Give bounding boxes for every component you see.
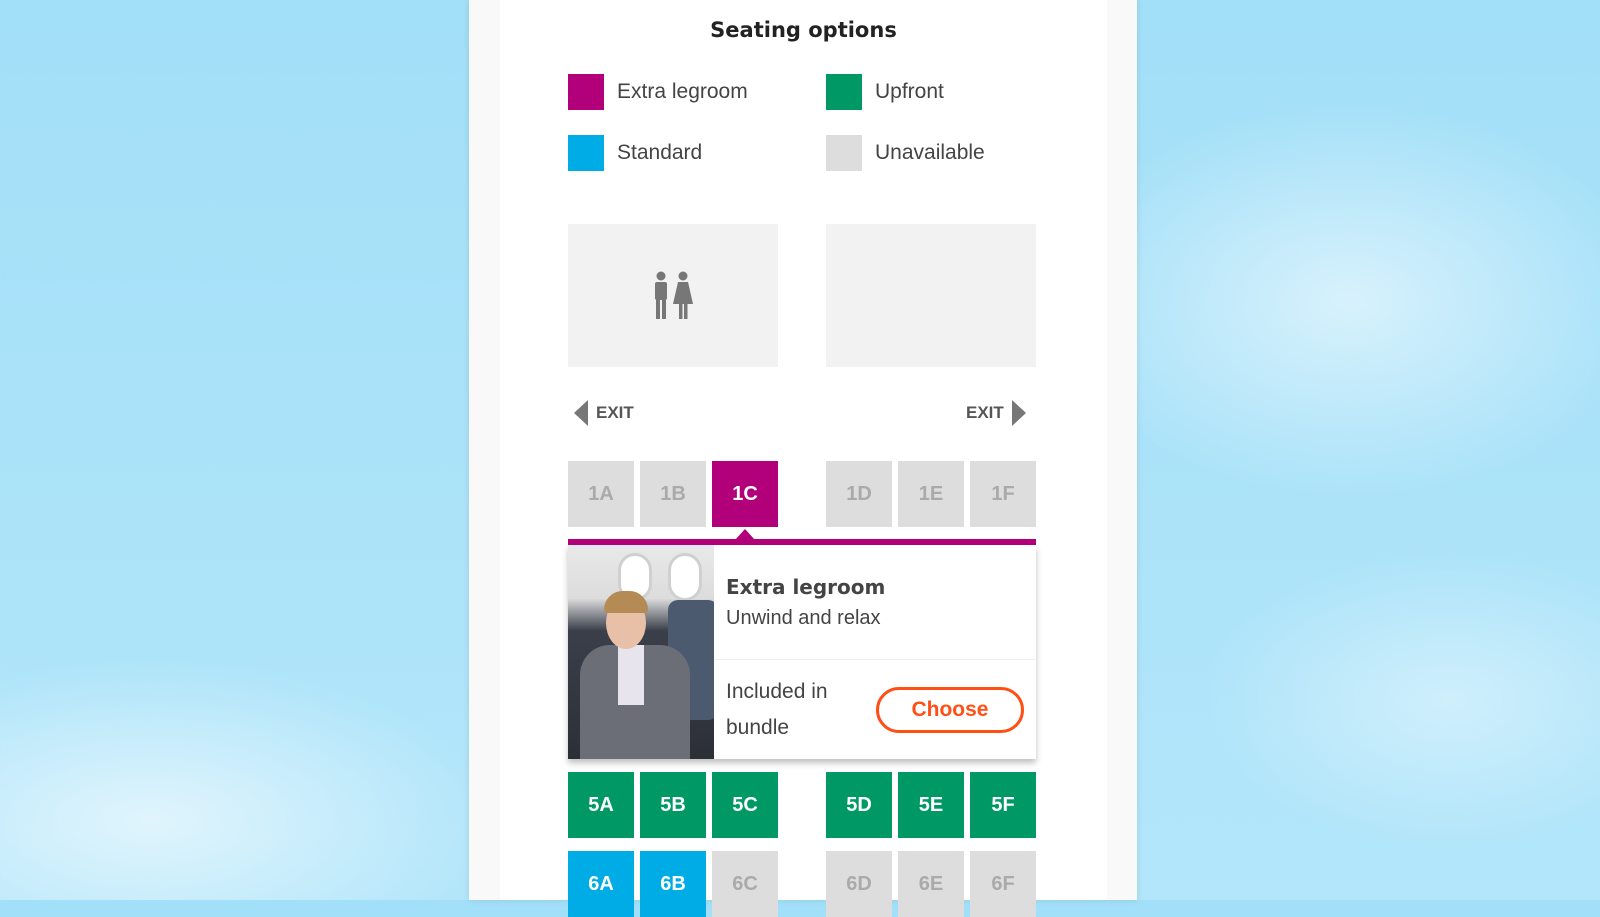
seat-1D: 1D	[826, 461, 892, 527]
exit-label: EXIT	[596, 403, 634, 422]
legend-label: Standard	[617, 141, 703, 164]
seat-6F: 6F	[970, 851, 1036, 917]
popup-title: Extra legroom	[726, 575, 886, 599]
price-text: Included in bundle	[726, 679, 828, 739]
legend-swatch	[826, 135, 862, 171]
popup-caret	[735, 529, 755, 540]
seat-1A: 1A	[568, 461, 634, 527]
legend-label: Unavailable	[875, 141, 985, 164]
seat-1E: 1E	[898, 461, 964, 527]
seat-6B[interactable]: 6B	[640, 851, 706, 917]
passenger-photo	[568, 545, 714, 759]
legend-upfront: Upfront	[826, 74, 944, 110]
seat-5F[interactable]: 5F	[970, 772, 1036, 838]
legend-swatch	[568, 135, 604, 171]
legend-extra-legroom: Extra legroom	[568, 74, 748, 110]
seat-1F: 1F	[970, 461, 1036, 527]
seat-5B[interactable]: 5B	[640, 772, 706, 838]
exit-left: EXIT	[574, 400, 634, 426]
legend-label: Extra legroom	[617, 80, 748, 103]
seat-6A[interactable]: 6A	[568, 851, 634, 917]
legend-swatch	[826, 74, 862, 110]
legend-unavailable: Unavailable	[826, 135, 985, 171]
legend-standard: Standard	[568, 135, 702, 171]
arrow-left-icon	[574, 400, 588, 426]
seat-6D: 6D	[826, 851, 892, 917]
arrow-right-icon	[1011, 400, 1026, 426]
toilet-area	[568, 224, 778, 367]
toilet-icon	[655, 271, 693, 319]
galley-area	[826, 224, 1036, 367]
seat-1C[interactable]: 1C	[712, 461, 778, 527]
seat-1B: 1B	[640, 461, 706, 527]
seat-5A[interactable]: 5A	[568, 772, 634, 838]
seat-5D[interactable]: 5D	[826, 772, 892, 838]
exit-right: EXIT	[966, 400, 1026, 426]
seat-info-popup: Extra legroom Unwind and relax Included i…	[568, 545, 1036, 759]
seat-5E[interactable]: 5E	[898, 772, 964, 838]
exit-label: EXIT	[966, 403, 1004, 422]
legend-label: Upfront	[875, 80, 944, 103]
legend-swatch	[568, 74, 604, 110]
seat-6E: 6E	[898, 851, 964, 917]
popup-subtitle: Unwind and relax	[726, 607, 881, 629]
choose-button[interactable]: Choose	[876, 686, 1024, 733]
seat-5C[interactable]: 5C	[712, 772, 778, 838]
seat-6C: 6C	[712, 851, 778, 917]
page-title: Seating options	[710, 18, 897, 42]
